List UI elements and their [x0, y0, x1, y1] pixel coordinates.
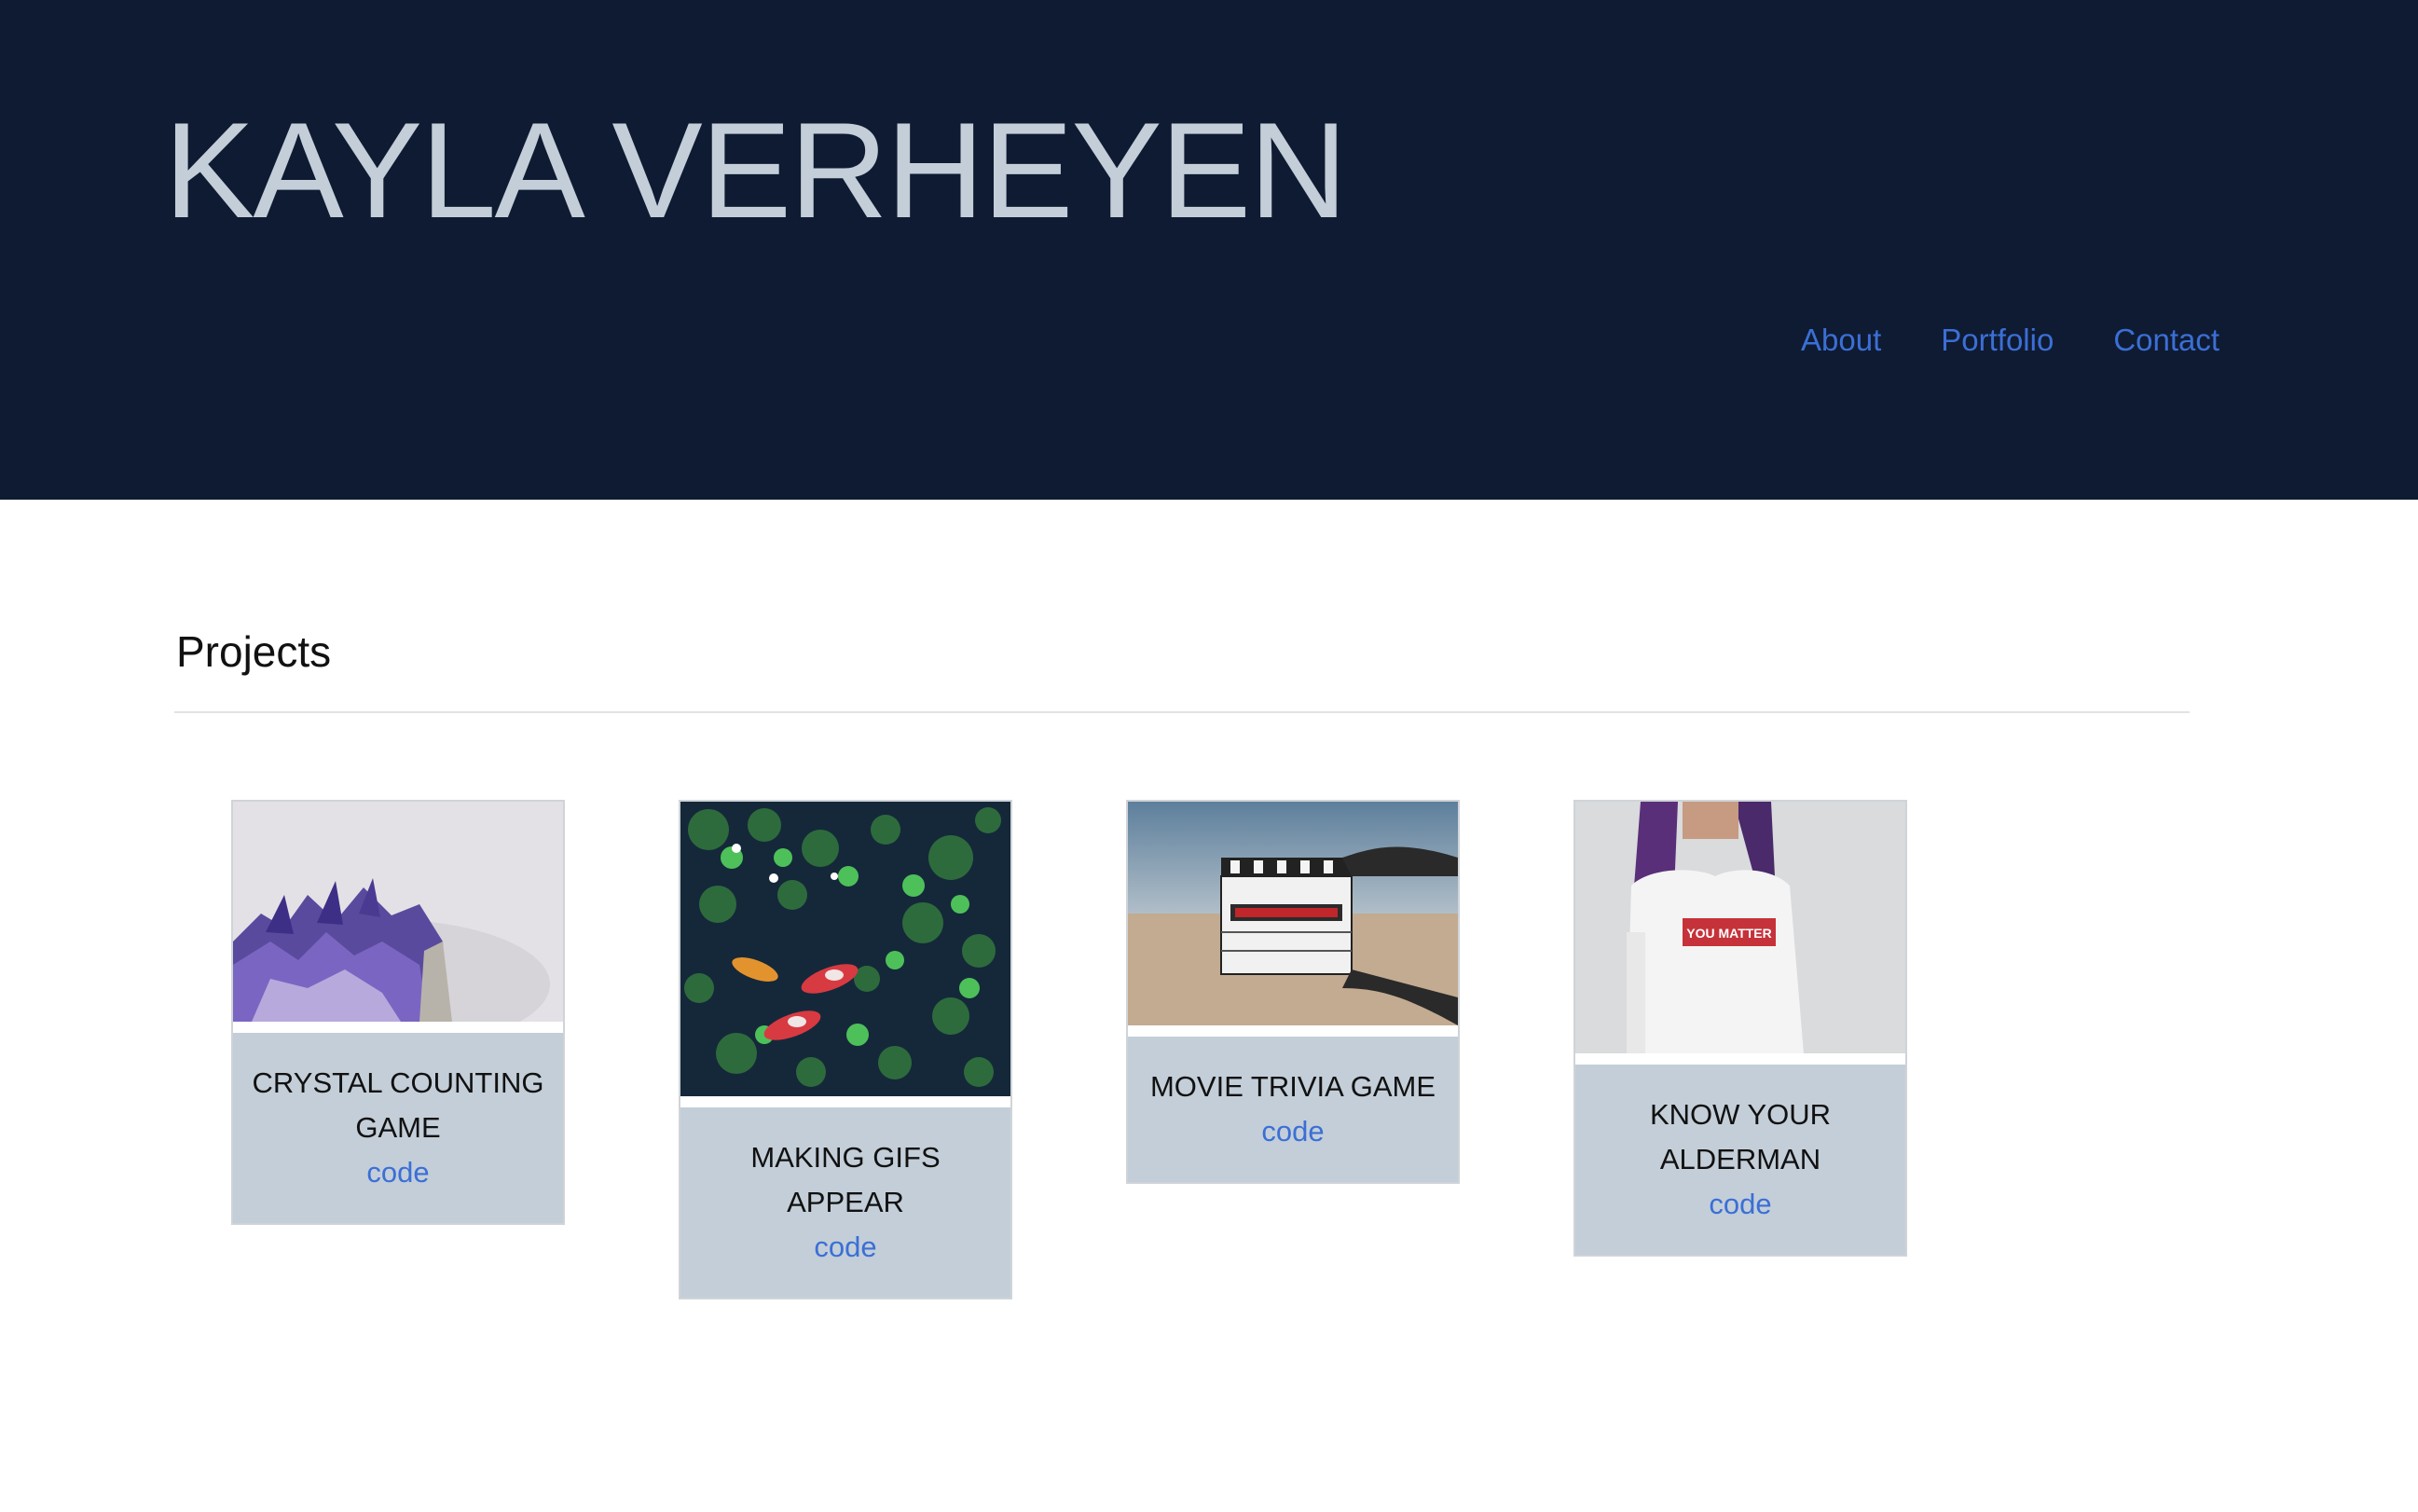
code-link[interactable]: code: [1709, 1182, 1771, 1227]
section-divider: [174, 711, 2190, 713]
code-link[interactable]: code: [814, 1225, 876, 1270]
nav-contact[interactable]: Contact: [2113, 323, 2219, 358]
you-matter-shirt-image[interactable]: YOU MATTER: [1575, 802, 1905, 1053]
crystal-image[interactable]: [233, 802, 563, 1022]
main-nav: About Portfolio Contact: [1801, 323, 2219, 358]
project-card-alderman: YOU MATTER KNOW YOUR ALDERMAN code: [1573, 800, 1907, 1257]
site-title: KAYLA VERHEYEN: [164, 94, 1348, 246]
card-title: MAKING GIFS APPEAR: [750, 1141, 941, 1218]
clapperboard-image[interactable]: [1128, 802, 1458, 1025]
koi-pond-image[interactable]: [680, 802, 1010, 1096]
project-card-crystal: CRYSTAL COUNTING GAME code: [231, 800, 565, 1225]
svg-text:YOU MATTER: YOU MATTER: [1686, 926, 1772, 941]
site-header: KAYLA VERHEYEN About Portfolio Contact: [0, 0, 2418, 500]
code-link[interactable]: code: [1261, 1109, 1324, 1154]
card-title: KNOW YOUR ALDERMAN: [1649, 1098, 1832, 1175]
code-link[interactable]: code: [366, 1150, 429, 1195]
nav-portfolio[interactable]: Portfolio: [1941, 323, 2054, 358]
project-card-gifs: MAKING GIFS APPEAR code: [679, 800, 1012, 1299]
card-title: CRYSTAL COUNTING GAME: [252, 1066, 544, 1144]
nav-about[interactable]: About: [1801, 323, 1881, 358]
project-card-movie: MOVIE TRIVIA GAME code: [1126, 800, 1460, 1184]
card-title: MOVIE TRIVIA GAME: [1149, 1070, 1436, 1103]
projects-heading: Projects: [176, 627, 332, 676]
